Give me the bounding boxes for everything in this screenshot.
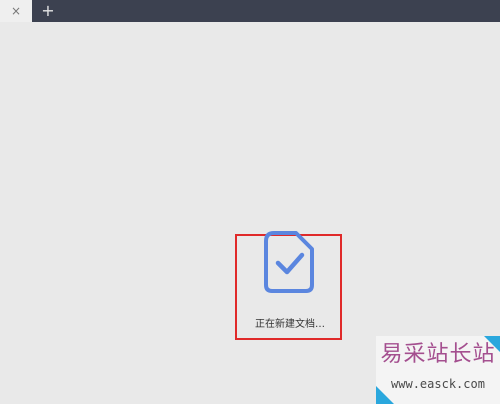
status-text: 正在新建文档… (255, 319, 325, 330)
document-check-icon (264, 231, 314, 293)
tab-bar: × + (0, 0, 500, 22)
close-tab-icon[interactable]: × (0, 0, 32, 22)
new-tab-icon[interactable]: + (38, 1, 58, 21)
watermark-title: 易采站长站 (380, 342, 496, 367)
watermark-url: www.easck.com (391, 377, 485, 391)
watermark: 易采站长站 www.easck.com (376, 336, 500, 404)
